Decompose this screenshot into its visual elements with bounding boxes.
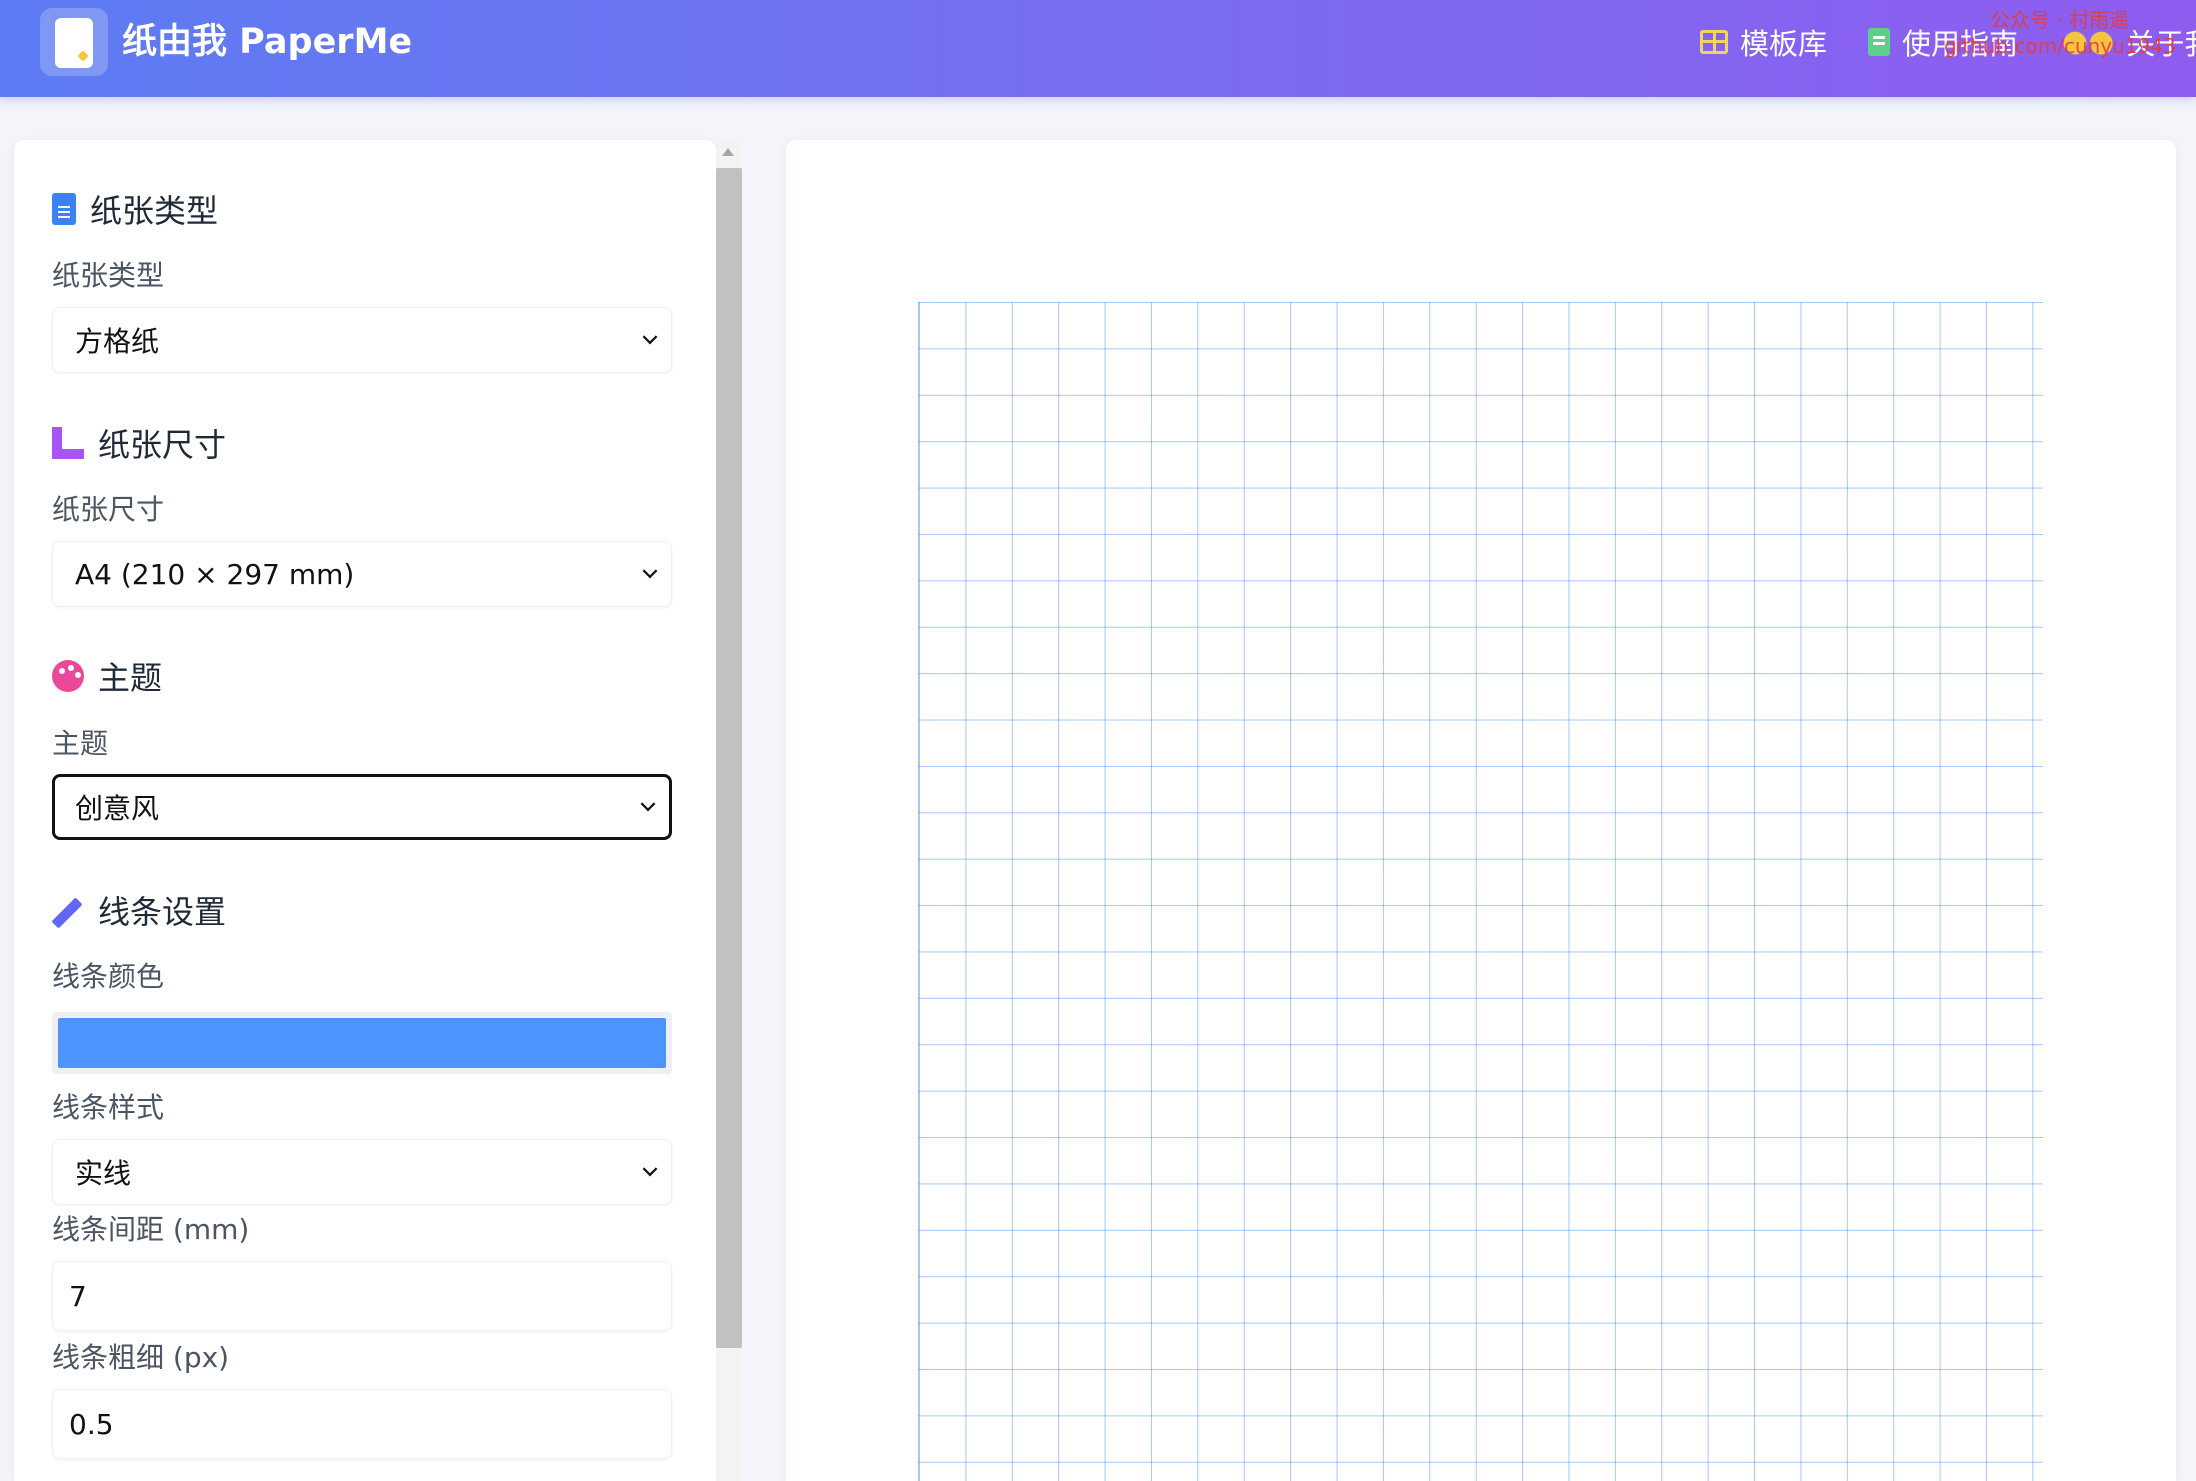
- paper-size-label: 纸张尺寸: [52, 493, 165, 526]
- paper-type-label: 纸张类型: [52, 259, 165, 292]
- line-color-picker[interactable]: [52, 1012, 672, 1074]
- line-spacing-label: 线条间距 (mm): [52, 1213, 250, 1246]
- line-style-select[interactable]: 实线: [52, 1139, 672, 1205]
- line-spacing-input[interactable]: 7: [52, 1261, 672, 1331]
- chevron-down-icon: [642, 1161, 658, 1177]
- line-width-input[interactable]: 0.5: [52, 1389, 672, 1459]
- chevron-down-icon: [640, 796, 656, 812]
- chevron-down-icon: [642, 563, 658, 579]
- grid-icon: [1700, 30, 1728, 54]
- palette-icon: [52, 660, 84, 692]
- scrollbar-thumb[interactable]: [716, 168, 742, 1348]
- watermark-line2: github.com/cunyu1943: [1944, 34, 2176, 58]
- section-theme: 主题: [52, 653, 162, 699]
- logo[interactable]: [40, 8, 108, 76]
- theme-label: 主题: [52, 727, 109, 760]
- theme-value: 创意风: [75, 792, 160, 825]
- paper-preview-grid: [918, 302, 2043, 1481]
- document-icon: [55, 18, 93, 68]
- brand-title[interactable]: 纸由我 PaperMe: [122, 18, 412, 66]
- chevron-down-icon: [642, 329, 658, 345]
- line-color-fill: [58, 1018, 666, 1068]
- section-line-title: 线条设置: [98, 893, 227, 931]
- section-theme-title: 主题: [98, 659, 163, 697]
- nav-templates[interactable]: 模板库: [1700, 20, 1827, 64]
- section-line-settings: 线条设置: [52, 887, 226, 933]
- line-width-value: 0.5: [69, 1407, 114, 1441]
- paper-type-value: 方格纸: [75, 325, 160, 358]
- line-spacing-value: 7: [69, 1279, 87, 1313]
- section-paper-size-title: 纸张尺寸: [98, 426, 227, 464]
- line-style-value: 实线: [75, 1157, 132, 1190]
- paper-type-select[interactable]: 方格纸: [52, 307, 672, 373]
- file-icon: [52, 193, 76, 225]
- ruler-icon: [52, 427, 84, 459]
- section-paper-type: 纸张类型: [52, 186, 218, 232]
- book-icon: [1868, 28, 1890, 56]
- line-width-label: 线条粗细 (px): [52, 1341, 230, 1374]
- nav-templates-label: 模板库: [1740, 27, 1828, 61]
- line-color-label: 线条颜色: [52, 960, 165, 993]
- scroll-up-arrow-icon[interactable]: [722, 148, 734, 156]
- theme-select[interactable]: 创意风: [52, 774, 672, 840]
- paper-size-value: A4 (210 × 297 mm): [75, 557, 355, 591]
- paper-size-select[interactable]: A4 (210 × 297 mm): [52, 541, 672, 607]
- section-paper-type-title: 纸张类型: [90, 192, 219, 230]
- top-header: 纸由我 PaperMe 模板库 使用指南 ●● 关于我 公众号 · 村雨遥 gi…: [0, 0, 2196, 97]
- line-style-label: 线条样式: [52, 1091, 165, 1124]
- pencil-icon: [52, 894, 84, 926]
- watermark-line1: 公众号 · 村雨遥: [1990, 8, 2130, 32]
- section-paper-size: 纸张尺寸: [52, 420, 226, 466]
